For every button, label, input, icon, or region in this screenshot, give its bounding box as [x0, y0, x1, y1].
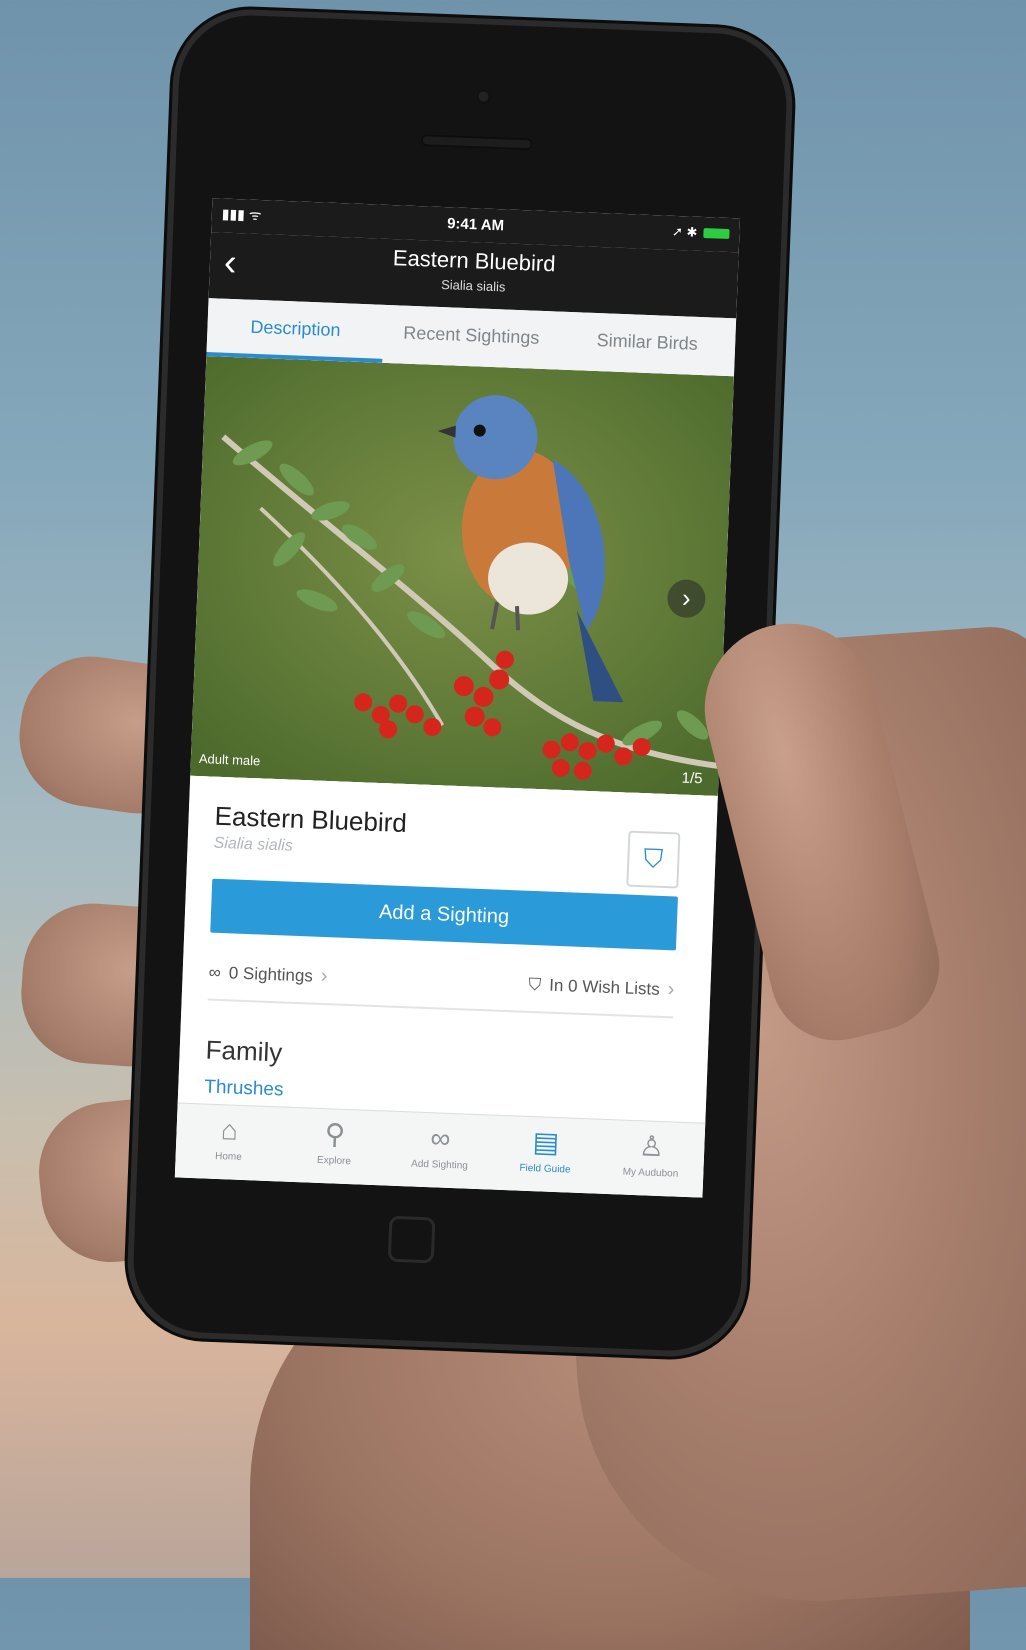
person-icon: ♙: [638, 1130, 665, 1163]
family-link[interactable]: Thrushes: [204, 1076, 284, 1101]
home-icon: ⌂: [220, 1114, 239, 1146]
status-indicators: ➚ ✱: [672, 224, 730, 242]
bird-name: Eastern Bluebird: [214, 800, 408, 839]
add-sighting-button[interactable]: Add a Sighting: [210, 878, 678, 951]
bottom-tab-home[interactable]: ⌂ Home: [175, 1103, 283, 1181]
earpiece-speaker: [420, 134, 533, 151]
sightings-count: 0 Sightings: [228, 962, 314, 986]
tab-description[interactable]: Description: [206, 298, 385, 363]
binoculars-icon: ∞: [208, 962, 222, 982]
binoculars-icon: ∞: [429, 1122, 452, 1154]
tab-recent-sightings[interactable]: Recent Sightings: [382, 305, 560, 370]
front-camera: [475, 88, 492, 105]
sightings-link[interactable]: ∞ 0 Sightings ›: [208, 961, 328, 989]
stats-row: ∞ 0 Sightings › ⛉ In 0 Wish Lists ›: [207, 952, 676, 1019]
wish-lists-link[interactable]: ⛉ In 0 Wish Lists ›: [528, 973, 675, 1002]
field-guide-icon: ▤: [532, 1126, 560, 1159]
bookmark-icon[interactable]: ⛉: [626, 830, 681, 889]
photo-caption: Adult male: [198, 751, 261, 769]
chevron-right-icon: ›: [667, 978, 675, 1001]
app-screen: ▮▮▮ ᯤ 9:41 AM ➚ ✱ ‹ Eastern Bluebird Sia…: [174, 198, 741, 1198]
bottom-tab-bar: ⌂ Home ⚲ Explore ∞ Add Sighting ▤ Field …: [174, 1102, 706, 1198]
bottom-tab-explore[interactable]: ⚲ Explore: [280, 1108, 388, 1186]
bottom-tab-label: Field Guide: [519, 1162, 571, 1176]
bottom-tab-label: My Audubon: [622, 1166, 679, 1180]
bottom-tab-label: Home: [214, 1150, 242, 1163]
bookmark-outline-icon: ⛉: [528, 974, 542, 994]
bottom-tab-label: Explore: [316, 1154, 352, 1168]
chevron-right-icon: ›: [320, 964, 328, 988]
wish-lists-count: In 0 Wish Lists: [548, 975, 661, 999]
bottom-tab-field-guide[interactable]: ▤ Field Guide: [491, 1116, 599, 1194]
bottom-tab-add-sighting[interactable]: ∞ Add Sighting: [386, 1112, 494, 1190]
family-heading: Family: [205, 1034, 283, 1068]
bird-latin-name: Sialia sialis: [213, 834, 294, 855]
bird-info-panel: Eastern Bluebird Sialia sialis ⛉ Add a S…: [174, 775, 718, 1198]
bottom-tab-my-audubon[interactable]: ♙ My Audubon: [597, 1120, 705, 1198]
phone-device: ▮▮▮ ᯤ 9:41 AM ➚ ✱ ‹ Eastern Bluebird Sia…: [124, 6, 796, 1360]
tab-similar-birds[interactable]: Similar Birds: [558, 312, 736, 377]
photo-counter: 1/5: [681, 769, 703, 788]
location-pin-icon: ⚲: [324, 1118, 346, 1150]
bottom-tab-label: Add Sighting: [410, 1158, 469, 1172]
battery-icon: [703, 228, 730, 240]
bluebird-illustration: [190, 356, 734, 796]
home-button[interactable]: [387, 1215, 436, 1264]
location-bluetooth-icon: ➚ ✱: [671, 223, 698, 240]
bird-photo[interactable]: › Adult male 1/5: [190, 356, 734, 796]
